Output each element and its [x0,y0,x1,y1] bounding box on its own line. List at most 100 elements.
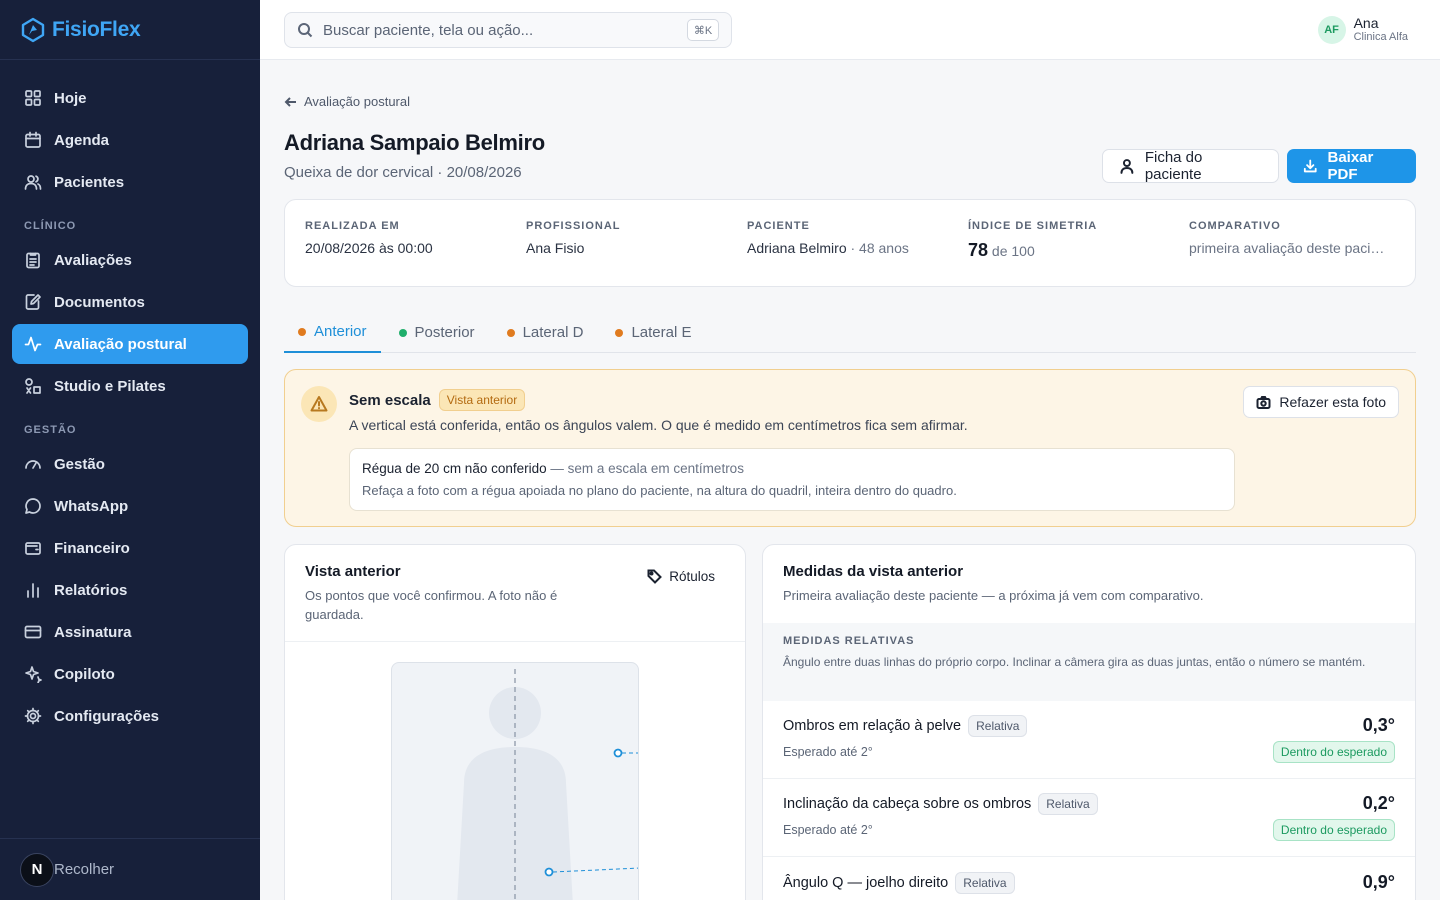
search-shortcut: ⌘K [687,19,719,41]
sidebar-item-gestao[interactable]: Gestão [12,444,248,484]
info-comparativo: COMPARATIVO primeira avaliação deste pac… [1189,220,1389,286]
status-dot [398,328,407,337]
collapse-badge: N [20,852,54,887]
warning-icon [301,386,337,422]
users-icon [24,175,42,190]
sidebar-item-avaliacao-postural[interactable]: Avaliação postural [12,324,248,364]
sidebar-item-label: Gestão [54,455,105,473]
tab-anterior[interactable]: Anterior [284,312,381,353]
measure-row[interactable]: Inclinação da cabeça sobre os ombros Rel… [763,779,1415,857]
ruler-notice-hint: Refaça a foto com a régua apoiada no pla… [362,483,957,498]
sidebar-item-whatsapp[interactable]: WhatsApp [12,486,248,526]
sidebar-item-studio-pilates[interactable]: Studio e Pilates [12,366,248,406]
sidebar-nav: Hoje Agenda Pacientes CLÍNICO Avaliações… [0,60,260,736]
sidebar-item-configuracoes[interactable]: Configurações [12,696,248,736]
back-label: Avaliação postural [304,94,410,109]
collapse-sidebar-button[interactable]: N Recolher [0,838,260,900]
posture-figure [391,662,639,900]
download-pdf-button[interactable]: Baixar PDF [1287,149,1416,183]
info-paciente: PACIENTE Adriana Belmiro · 48 anos [747,220,968,286]
brand-name: FisioFlex [52,17,141,41]
credit-card-icon [24,625,42,639]
view-badge: Vista anterior [438,389,526,411]
measure-name-row: Ângulo Q — joelho direito Relativa [783,872,1395,894]
collapse-label: Recolher [54,861,115,878]
tag-icon [647,569,663,584]
status-badge: Dentro do esperado [1272,819,1395,841]
brand[interactable]: FisioFlex [0,0,260,60]
patient-record-button[interactable]: Ficha do paciente [1102,149,1279,183]
measurements-card: Medidas da vista anterior Primeira avali… [762,544,1416,900]
ruler-notice: Régua de 20 cm não conferido — sem a esc… [349,448,1235,511]
search-input[interactable]: Buscar paciente, tela ou ação... ⌘K [284,12,732,48]
info-label: ÍNDICE DE SIMETRIA [968,220,1098,232]
ruler-notice-strong: Régua de 20 cm não conferido [362,461,547,476]
tab-lateral-d[interactable]: Lateral D [493,312,598,353]
sidebar-item-label: Configurações [54,707,160,725]
search-placeholder: Buscar paciente, tela ou ação... [323,21,534,39]
back-link[interactable]: Avaliação postural [284,94,410,109]
user-name: Ana [1353,15,1379,31]
tab-label: Lateral E [631,324,692,341]
tab-lateral-e[interactable]: Lateral E [601,312,705,353]
top-bar: Buscar paciente, tela ou ação... ⌘K AF A… [260,0,1440,60]
measure-type-badge: Relativa [968,715,1028,737]
info-realizada: REALIZADA EM 20/08/2026 às 00:00 [305,220,526,286]
sidebar-item-label: Studio e Pilates [54,377,166,395]
sidebar-item-agenda[interactable]: Agenda [12,120,248,160]
page-title: Adriana Sampaio Belmiro [284,130,545,155]
sidebar-item-relatorios[interactable]: Relatórios [12,570,248,610]
card-subtitle: Primeira avaliação deste paciente — a pr… [783,588,1204,603]
sidebar-item-financeiro[interactable]: Financeiro [12,528,248,568]
info-value: 20/08/2026 às 00:00 [305,240,433,256]
tab-posterior[interactable]: Posterior [385,312,489,353]
bar-chart-icon [27,583,39,598]
calendar-icon [25,131,41,148]
measure-name-row: Inclinação da cabeça sobre os ombros Rel… [783,793,1395,815]
sidebar-item-documentos[interactable]: Documentos [12,282,248,322]
grid-icon [25,90,41,106]
retake-photo-button[interactable]: Refazer esta foto [1243,386,1399,418]
labels-toggle-button[interactable]: Rótulos [647,569,715,584]
measure-type-badge: Relativa [955,872,1015,894]
search-icon [298,23,313,38]
sidebar-item-copiloto[interactable]: Copiloto [12,654,248,694]
user-icon [1120,159,1134,174]
measure-name: Inclinação da cabeça sobre os ombros [783,796,1032,812]
patient-name: Adriana Belmiro [747,240,847,256]
camera-icon [1256,395,1271,409]
section-label: MEDIDAS RELATIVAS [783,635,915,647]
status-dot [615,328,624,337]
sidebar-item-pacientes[interactable]: Pacientes [12,162,248,202]
ruler-notice-muted: — sem a escala em centímetros [546,461,744,476]
measure-value: 0,9° [1362,872,1395,892]
sidebar-item-hoje[interactable]: Hoje [12,78,248,118]
measure-value: 0,3° [1362,715,1395,735]
user-menu[interactable]: AF Ana Clinica Alfa [1317,15,1408,44]
sidebar: FisioFlex Hoje Agenda Pacientes CLÍNICO … [0,0,260,900]
sidebar-item-avaliacoes[interactable]: Avaliações [12,240,248,280]
measure-row[interactable]: Ombros em relação à pelve Relativa Esper… [763,701,1415,779]
info-label: REALIZADA EM [305,220,400,232]
warning-title: Sem escala Vista anterior [349,389,526,411]
section-clinico: CLÍNICO [24,220,77,232]
main-content: Avaliação postural Adriana Sampaio Belmi… [260,60,1440,900]
sidebar-item-label: Hoje [54,89,87,107]
page-subtitle: Queixa de dor cervical · 20/08/2026 [284,164,522,181]
landmark-point [544,867,554,877]
measure-row[interactable]: Ângulo Q — joelho direito Relativa 0,9° [763,858,1415,900]
status-badge: Dentro do esperado [1272,741,1395,763]
warning-title-text: Sem escala [349,391,431,409]
avatar: AF [1317,16,1346,44]
card-subtitle: Os pontos que você confirmou. A foto não… [305,588,558,622]
sidebar-item-label: Relatórios [54,581,128,599]
info-value: Ana Fisio [526,240,585,256]
warning-text: A vertical está conferida, então os ângu… [349,417,968,433]
measure-value: 0,2° [1362,793,1395,813]
sidebar-item-assinatura[interactable]: Assinatura [12,612,248,652]
sidebar-item-label: WhatsApp [54,497,129,515]
patient-record-label: Ficha do paciente [1144,149,1203,183]
ruler-notice-title: Régua de 20 cm não conferido — sem a esc… [362,461,1222,476]
clipboard-icon [26,252,40,269]
tab-label: Posterior [414,324,475,341]
